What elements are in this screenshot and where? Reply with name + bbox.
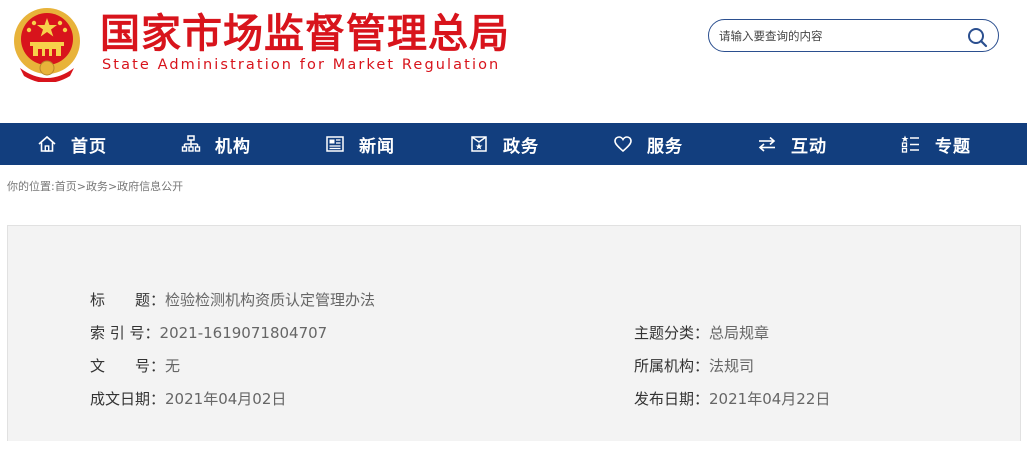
info-value: 总局规章 <box>709 324 770 342</box>
info-row-org: 所属机构：法规司 <box>634 356 754 376</box>
search-input[interactable] <box>719 26 959 46</box>
document-info-panel: 标 题：检验检测机构资质认定管理办法 索 引 号：2021-1619071804… <box>7 225 1021 441</box>
info-row-title: 标 题：检验检测机构资质认定管理办法 <box>90 290 375 310</box>
info-key: 所属机构： <box>634 357 710 375</box>
info-value: 2021年04月02日 <box>165 390 287 408</box>
breadcrumb-prefix: 你的位置: <box>7 180 55 193</box>
info-key: 发布日期： <box>634 390 710 408</box>
search-box <box>708 19 999 52</box>
nav-item-government[interactable]: 政务 <box>432 123 576 165</box>
nav-label: 政务 <box>503 136 539 157</box>
newspaper-icon <box>326 136 344 152</box>
info-row-index: 索 引 号：2021-1619071804707 <box>90 323 327 343</box>
nav-item-service[interactable]: 服务 <box>576 123 720 165</box>
info-value: 无 <box>165 357 181 375</box>
info-key: 文 号： <box>90 357 166 375</box>
site-title-en[interactable]: State Administration for Market Regulati… <box>102 57 500 73</box>
home-icon <box>38 135 56 152</box>
nav-label: 新闻 <box>359 136 395 157</box>
info-value: 检验检测机构资质认定管理办法 <box>165 291 376 309</box>
site-title-cn[interactable]: 国家市场监督管理总局 <box>100 10 510 58</box>
nav-item-interaction[interactable]: 互动 <box>720 123 864 165</box>
info-row-publish-date: 发布日期：2021年04月22日 <box>634 389 830 409</box>
national-emblem-icon[interactable] <box>12 6 82 82</box>
heart-icon <box>614 136 632 153</box>
nav-item-home[interactable]: 首页 <box>0 123 144 165</box>
search-icon[interactable] <box>966 26 988 48</box>
nav-item-org[interactable]: 机构 <box>144 123 288 165</box>
nav-label: 互动 <box>791 136 827 157</box>
nav-label: 首页 <box>71 136 107 157</box>
topic-list-icon <box>901 135 919 153</box>
info-value: 2021-1619071804707 <box>159 324 328 342</box>
breadcrumb: 你的位置:首页>政务>政府信息公开 <box>7 178 183 194</box>
breadcrumb-government[interactable]: 政务 <box>86 180 108 193</box>
breadcrumb-separator: > <box>107 180 118 193</box>
breadcrumb-separator: > <box>76 180 86 193</box>
info-row-date: 成文日期：2021年04月02日 <box>90 389 286 409</box>
info-key: 索 引 号： <box>90 324 160 342</box>
nav-item-news[interactable]: 新闻 <box>288 123 432 165</box>
breadcrumb-home[interactable]: 首页 <box>55 180 77 193</box>
breadcrumb-info-disclosure[interactable]: 政府信息公开 <box>117 180 183 193</box>
info-row-topic: 主题分类：总局规章 <box>634 323 769 343</box>
info-key: 标 题： <box>90 291 166 309</box>
info-key: 主题分类： <box>634 324 710 342</box>
info-row-docno: 文 号：无 <box>90 356 180 376</box>
info-value: 2021年04月22日 <box>709 390 831 408</box>
exchange-icon <box>758 136 776 152</box>
document-icon <box>471 136 487 152</box>
info-value: 法规司 <box>709 357 755 375</box>
org-chart-icon <box>181 135 201 152</box>
nav-label: 机构 <box>215 136 251 157</box>
site-header: 国家市场监督管理总局 State Administration for Mark… <box>0 0 1027 123</box>
nav-label: 服务 <box>647 136 683 157</box>
nav-item-topics[interactable]: 专题 <box>864 123 1008 165</box>
info-key: 成文日期： <box>90 390 166 408</box>
main-nav: 首页 机构 新闻 政务 服务 互动 专题 <box>0 123 1027 165</box>
nav-label: 专题 <box>935 136 971 157</box>
